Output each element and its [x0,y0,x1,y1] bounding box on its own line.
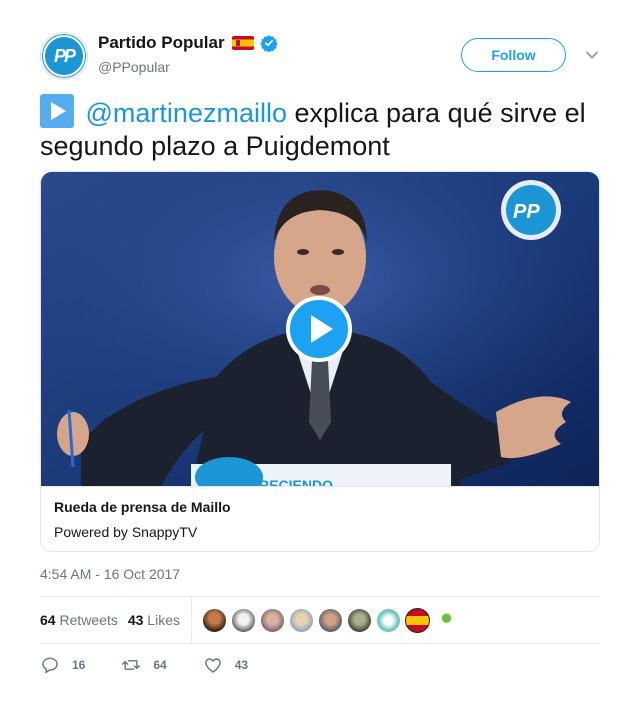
likes-stat[interactable]: 43 Likes [128,612,180,628]
verified-badge-icon [259,35,278,52]
avatar-text: PP [53,45,76,66]
tweet-timestamp[interactable]: 4:54 AM - 16 Oct 2017 [40,566,180,582]
card-info[interactable]: Rueda de prensa de Maillo Powered by Sna… [41,486,599,551]
liker-avatars [201,607,463,633]
retweets-label: Retweets [59,612,118,628]
heart-icon [204,658,221,673]
retweet-count: 64 [153,658,167,672]
likes-label: Likes [147,612,180,628]
retweet-icon [122,660,141,670]
retweets-count: 64 [40,612,56,628]
chevron-down-icon[interactable] [585,48,599,62]
author-handle[interactable]: @PPopular [98,59,170,75]
liker-avatar[interactable] [433,607,459,633]
spain-flag-icon [231,36,254,50]
play-button-emoji-icon [40,94,74,128]
video-play-button[interactable] [286,296,352,362]
like-button[interactable]: 43 [203,655,248,675]
tweet-stats-bar: 64 Retweets 43 Likes [40,596,600,644]
follow-button[interactable]: Follow [461,38,566,72]
liker-avatar[interactable] [230,607,256,633]
reply-button[interactable]: 16 [40,655,85,675]
liker-avatar[interactable] [375,607,401,633]
retweet-button[interactable]: 64 [121,655,167,675]
reply-icon [42,657,58,674]
video-thumbnail[interactable]: CRECIENDO PP [41,172,599,486]
card-subtitle: Powered by SnappyTV [54,524,198,540]
author-display-name[interactable]: Partido Popular [98,33,225,53]
mention-link[interactable]: @martinezmaillo [86,98,287,128]
liker-avatar[interactable] [346,607,372,633]
card-title[interactable]: Rueda de prensa de Maillo [54,499,586,515]
liker-avatar[interactable] [288,607,314,633]
media-card[interactable]: CRECIENDO PP Rueda de prensa de Maillo P… [40,171,600,552]
liker-avatar[interactable] [201,607,227,633]
tweet-actions: 16 64 43 [40,652,284,678]
pp-logo-icon: PP [43,35,85,77]
author-avatar[interactable]: PP [40,32,88,80]
liker-avatar[interactable] [259,607,285,633]
tweet-text: @martinezmaillo explica para qué sirve e… [40,94,610,163]
media-pp-logo: PP [513,201,540,223]
retweets-stat[interactable]: 64 Retweets [40,612,118,628]
liker-avatar[interactable] [404,607,430,633]
reply-count: 16 [72,658,86,672]
likes-count: 43 [127,612,144,628]
author-name-row: Partido Popular [98,32,278,54]
liker-avatar[interactable] [317,607,343,633]
like-count: 43 [234,658,249,672]
stats-divider [190,596,192,644]
